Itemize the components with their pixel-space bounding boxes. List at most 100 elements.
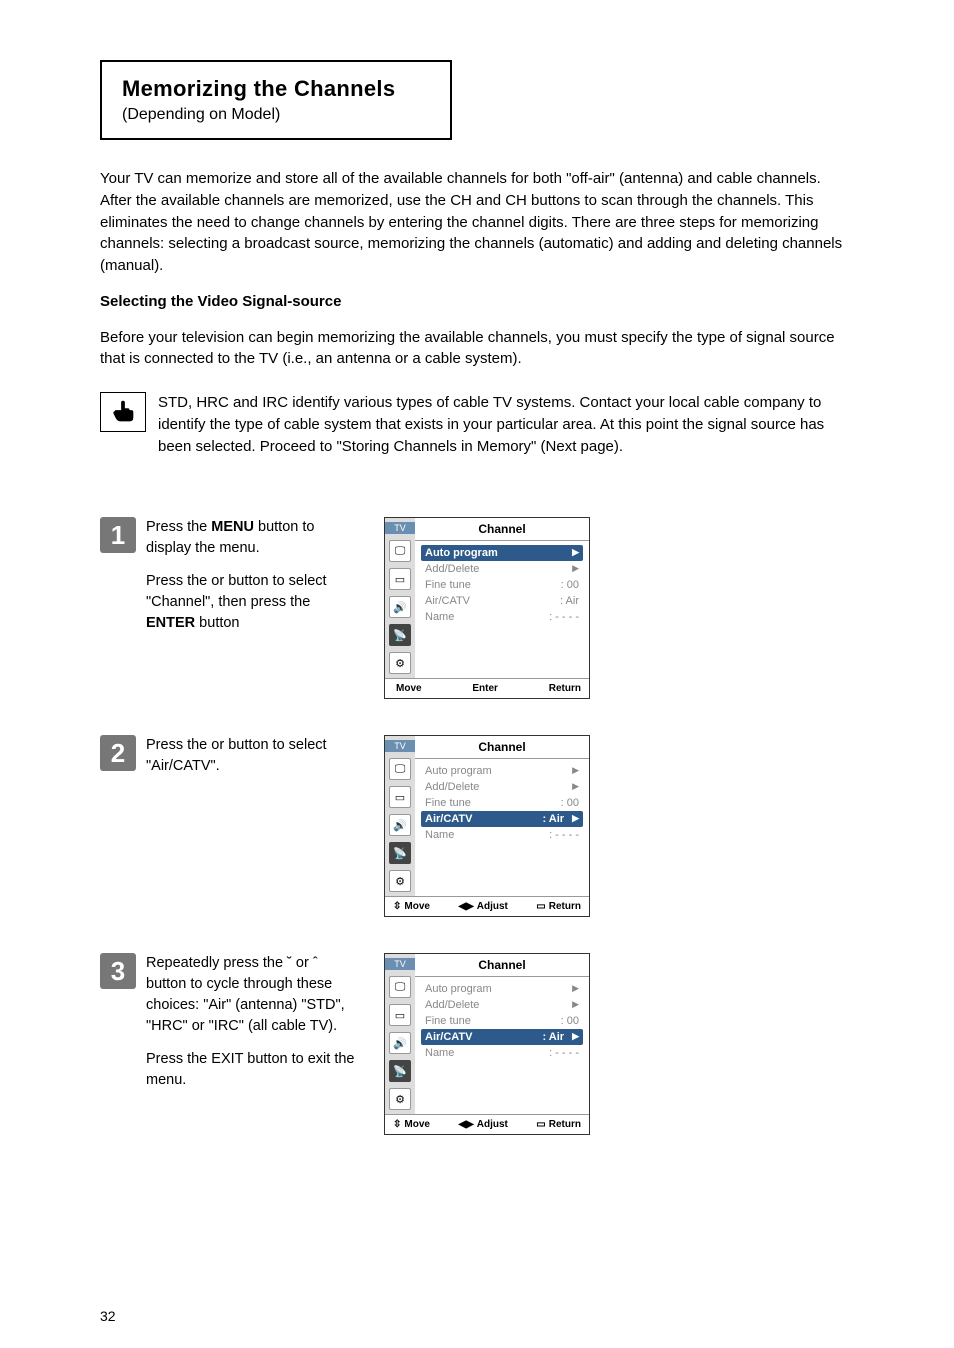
osd-row-air-catv[interactable]: Air/CATV : Air ▶: [421, 811, 583, 827]
osd-row-fine-tune[interactable]: Fine tune : 00: [421, 795, 583, 811]
osd-row-label: Air/CATV: [425, 813, 472, 825]
note-text: STD, HRC and IRC identify various types …: [158, 392, 854, 457]
step-paragraph: Press the or button to select "Air/CATV"…: [146, 735, 356, 777]
osd-title: Channel: [415, 518, 589, 541]
osd-footer-return: ▭Return: [536, 1119, 581, 1130]
menu-icon: ▭: [536, 1119, 545, 1130]
osd-footer-move: ⇳Move: [393, 1119, 430, 1130]
osd-row-auto-program[interactable]: Auto program ▶: [421, 545, 583, 561]
setup-icon: ⚙: [389, 652, 411, 674]
hand-icon-container: [100, 392, 146, 432]
input-icon: 🖵: [389, 540, 411, 562]
input-icon: 🖵: [389, 758, 411, 780]
osd-row-label: Air/CATV: [425, 595, 470, 607]
steps-container: 1 Press the MENU button to display the m…: [100, 517, 854, 1135]
osd-content: Channel Auto program ▶ Add/Delete ▶ Fine…: [415, 518, 589, 678]
updown-icon: ⇳: [393, 1119, 401, 1130]
page-number: 32: [100, 1308, 116, 1324]
osd-row-name[interactable]: Name : - - - -: [421, 827, 583, 843]
step-paragraph: Press the EXIT button to exit the menu.: [146, 1049, 356, 1091]
osd-row-label: Name: [425, 1047, 454, 1059]
osd-title: Channel: [415, 736, 589, 759]
step-1: 1 Press the MENU button to display the m…: [100, 517, 854, 699]
osd-row-air-catv[interactable]: Air/CATV : Air: [421, 593, 583, 609]
osd-row-value: ▶: [572, 563, 579, 575]
osd-content: Channel Auto program ▶ Add/Delete ▶ Fine…: [415, 736, 589, 896]
leftright-icon: ◀▶: [458, 1119, 473, 1130]
osd-footer: ⇳Move ◀▶Adjust ▭Return: [385, 1114, 589, 1134]
page-subtitle: (Depending on Model): [122, 106, 430, 124]
hand-pointing-icon: [108, 397, 138, 427]
osd-row-value: ▶: [572, 999, 579, 1011]
osd-row-label: Add/Delete: [425, 781, 479, 793]
osd-row-label: Fine tune: [425, 579, 471, 591]
sound-icon: 🔊: [389, 596, 411, 618]
intro-heading: Selecting the Video Signal-source: [100, 291, 854, 313]
osd-row-label: Fine tune: [425, 1015, 471, 1027]
sound-icon: 🔊: [389, 1032, 411, 1054]
osd-row-value: : - - - -: [549, 1047, 579, 1059]
osd-row-value: ▶: [572, 781, 579, 793]
setup-icon: ⚙: [389, 1088, 411, 1110]
picture-icon: ▭: [389, 786, 411, 808]
osd-row-value: ▶: [572, 765, 579, 777]
osd-row-value: : - - - -: [549, 829, 579, 841]
osd-row-fine-tune[interactable]: Fine tune : 00: [421, 1013, 583, 1029]
step-paragraph: Repeatedly press the ˘ or ˆ button to cy…: [146, 953, 356, 1037]
osd-panel: TV 🖵 ▭ 🔊 📡 ⚙ Channel Auto program ▶ Add/…: [384, 517, 590, 699]
osd-row-value: : Air ▶: [542, 1031, 579, 1043]
osd-title: Channel: [415, 954, 589, 977]
osd-row-label: Auto program: [425, 547, 498, 559]
picture-icon: ▭: [389, 1004, 411, 1026]
updown-icon: ⇳: [393, 901, 401, 912]
input-icon: 🖵: [389, 976, 411, 998]
channel-icon: 📡: [389, 842, 411, 864]
osd-row-add-delete[interactable]: Add/Delete ▶: [421, 997, 583, 1013]
osd-row-auto-program[interactable]: Auto program ▶: [421, 763, 583, 779]
osd-footer-adjust: ◀▶Adjust: [458, 1119, 508, 1130]
osd-row-add-delete[interactable]: Add/Delete ▶: [421, 779, 583, 795]
osd-row-add-delete[interactable]: Add/Delete ▶: [421, 561, 583, 577]
title-box: Memorizing the Channels (Depending on Mo…: [100, 60, 452, 140]
osd-tv-label: TV: [385, 522, 415, 534]
osd-footer-adjust: ◀▶Adjust: [458, 901, 508, 912]
osd-sidebar: TV 🖵 ▭ 🔊 📡 ⚙: [385, 518, 415, 678]
osd-sidebar: TV 🖵 ▭ 🔊 📡 ⚙: [385, 736, 415, 896]
channel-icon: 📡: [389, 624, 411, 646]
leftright-icon: ◀▶: [458, 901, 473, 912]
intro-block: Your TV can memorize and store all of th…: [100, 168, 854, 370]
step-number: 3: [100, 953, 136, 989]
osd-row-value: : 00: [561, 1015, 579, 1027]
osd-content: Channel Auto program ▶ Add/Delete ▶ Fine…: [415, 954, 589, 1114]
osd-row-label: Auto program: [425, 983, 492, 995]
osd-row-value: : - - - -: [549, 611, 579, 623]
osd-row-label: Air/CATV: [425, 1031, 472, 1043]
setup-icon: ⚙: [389, 870, 411, 892]
intro-paragraph-1: Your TV can memorize and store all of th…: [100, 168, 854, 277]
osd-row-value: ▶: [572, 547, 579, 559]
picture-icon: ▭: [389, 568, 411, 590]
osd-row-name[interactable]: Name : - - - -: [421, 609, 583, 625]
step-2: 2 Press the or button to select "Air/CAT…: [100, 735, 854, 917]
osd-row-value: : Air: [560, 595, 579, 607]
osd-footer-move: Move: [393, 683, 422, 694]
intro-paragraph-2: Before your television can begin memoriz…: [100, 327, 854, 371]
osd-footer-enter: Enter: [469, 683, 498, 694]
step-text: Repeatedly press the ˘ or ˆ button to cy…: [146, 953, 356, 1103]
step-3: 3 Repeatedly press the ˘ or ˆ button to …: [100, 953, 854, 1135]
osd-row-label: Name: [425, 829, 454, 841]
osd-row-value: : 00: [561, 797, 579, 809]
menu-icon: ▭: [536, 901, 545, 912]
step-number: 1: [100, 517, 136, 553]
step-number: 2: [100, 735, 136, 771]
osd-row-name[interactable]: Name : - - - -: [421, 1045, 583, 1061]
osd-row-auto-program[interactable]: Auto program ▶: [421, 981, 583, 997]
osd-row-air-catv[interactable]: Air/CATV : Air ▶: [421, 1029, 583, 1045]
osd-row-fine-tune[interactable]: Fine tune : 00: [421, 577, 583, 593]
osd-row-label: Name: [425, 611, 454, 623]
osd-row-value: : 00: [561, 579, 579, 591]
osd-footer-move: ⇳Move: [393, 901, 430, 912]
osd-footer: Move Enter Return: [385, 678, 589, 698]
osd-row-label: Add/Delete: [425, 999, 479, 1011]
step-text: Press the MENU button to display the men…: [146, 517, 356, 646]
